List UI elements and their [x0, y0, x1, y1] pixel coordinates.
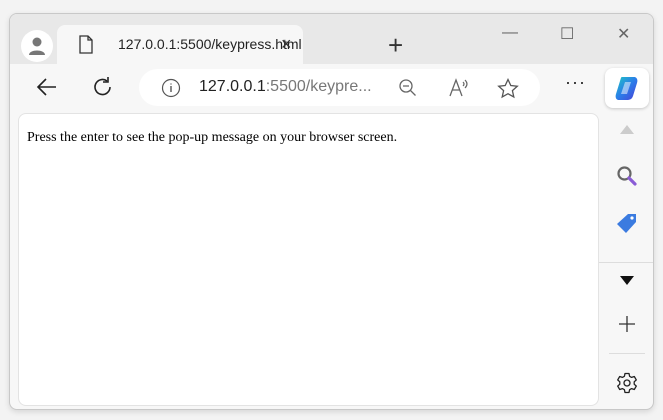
shopping-tag-icon	[617, 214, 636, 233]
profile-button[interactable]	[21, 30, 53, 62]
plus-icon	[619, 316, 635, 332]
read-aloud-icon[interactable]	[448, 78, 470, 98]
browser-window: 127.0.0.1:5500/keypress.html × + — ☐ ✕ 1…	[9, 13, 654, 410]
toolbar: 127.0.0.1:5500/keypre... ···	[10, 64, 653, 112]
triangle-down-icon	[620, 276, 634, 285]
tab-bar: 127.0.0.1:5500/keypress.html × + — ☐ ✕	[10, 14, 653, 65]
profile-icon	[29, 37, 45, 55]
page-icon	[79, 35, 93, 54]
tab-active[interactable]: 127.0.0.1:5500/keypress.html ×	[57, 25, 303, 65]
sidebar-divider	[609, 353, 645, 354]
minimize-button[interactable]: —	[502, 24, 518, 42]
zoom-out-icon[interactable]	[398, 78, 418, 98]
maximize-button[interactable]: ☐	[560, 24, 574, 44]
sidebar-add-button[interactable]	[599, 316, 653, 332]
back-icon[interactable]	[36, 76, 58, 98]
sidebar-collapse-button[interactable]	[599, 276, 653, 285]
copilot-button[interactable]	[605, 68, 649, 108]
sidebar-shopping-button[interactable]	[599, 213, 653, 235]
favorite-star-icon[interactable]	[497, 78, 519, 99]
more-menu-button[interactable]: ···	[565, 72, 586, 93]
sidebar-search-button[interactable]	[599, 165, 653, 187]
scroll-up-button[interactable]	[599, 125, 653, 134]
page-text: Press the enter to see the pop-up messag…	[27, 130, 398, 145]
close-window-button[interactable]: ✕	[617, 24, 630, 44]
url-text[interactable]: 127.0.0.1:5500/keypre...	[199, 78, 372, 96]
gear-icon	[617, 372, 637, 394]
refresh-icon[interactable]	[92, 76, 114, 98]
tab-close-button[interactable]: ×	[281, 34, 292, 55]
tab-title: 127.0.0.1:5500/keypress.html	[118, 36, 302, 52]
triangle-up-icon	[620, 125, 634, 134]
new-tab-button[interactable]: +	[388, 30, 403, 61]
search-icon	[617, 166, 637, 186]
info-icon[interactable]	[161, 78, 181, 98]
sidebar-divider	[599, 262, 653, 263]
sidebar-settings-button[interactable]	[599, 372, 653, 394]
address-bar[interactable]: 127.0.0.1:5500/keypre...	[139, 69, 540, 106]
copilot-icon	[615, 77, 638, 100]
edge-sidebar	[599, 113, 653, 409]
page-content: Press the enter to see the pop-up messag…	[18, 113, 599, 406]
